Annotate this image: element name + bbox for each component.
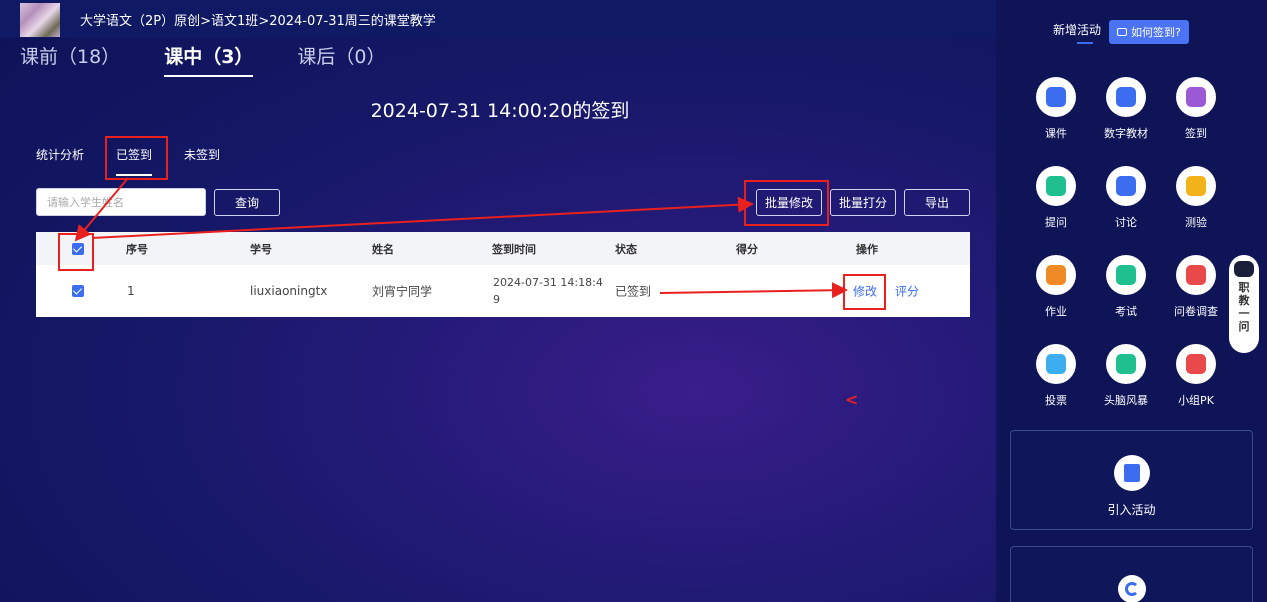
tool-brainstorm[interactable]: 头脑风暴 [1094, 344, 1158, 408]
digital-textbook-icon [1106, 77, 1146, 117]
tool-label: 提问 [1045, 216, 1067, 229]
tool-label: 小组PK [1178, 394, 1214, 407]
student-name-search-input[interactable] [36, 188, 206, 216]
vote-icon [1036, 344, 1076, 384]
breadcrumb-class[interactable]: 语文1班 [211, 14, 258, 29]
tab-in-class[interactable]: 课中（3） [164, 42, 254, 77]
breadcrumb: 大学语文（2P）原创>语文1班>2024-07-31周三的课堂教学 [80, 10, 436, 29]
brainstorm-icon [1106, 344, 1146, 384]
breadcrumb-session: 2024-07-31周三的课堂教学 [269, 13, 436, 29]
import-activity-card[interactable]: 引入活动 [1010, 430, 1253, 530]
tab-after-class[interactable]: 课后（0） [297, 42, 385, 77]
group-pk-icon [1176, 344, 1216, 384]
courseware-icon [1036, 77, 1076, 117]
tool-discussion[interactable]: 讨论 [1094, 166, 1158, 230]
survey-icon [1176, 255, 1216, 295]
tool-digital-textbook[interactable]: 数字教材 [1094, 77, 1158, 141]
export-button[interactable]: 导出 [904, 189, 970, 216]
signin-subtabs: 统计分析 已签到 未签到 [36, 146, 252, 176]
checkin-icon [1176, 77, 1216, 117]
tab-not-signed-in[interactable]: 未签到 [184, 146, 220, 169]
col-name: 姓名 [372, 242, 394, 256]
batch-edit-button[interactable]: 批量修改 [756, 189, 822, 216]
tool-label: 问卷调查 [1174, 305, 1218, 318]
tool-checkin[interactable]: 签到 [1164, 77, 1228, 141]
col-signin-time: 签到时间 [492, 242, 536, 256]
tool-homework[interactable]: 作业 [1024, 255, 1088, 319]
breadcrumb-course[interactable]: 大学语文（2P）原创 [80, 14, 200, 29]
tool-courseware[interactable]: 课件 [1024, 77, 1088, 141]
import-icon [1113, 455, 1150, 491]
tool-label: 数字教材 [1104, 127, 1148, 140]
row-index: 1 [127, 284, 135, 298]
signin-table: 序号 学号 姓名 签到时间 状态 得分 操作 1 liuxiaoningtx 刘… [36, 232, 970, 317]
refresh-icon [1117, 575, 1146, 602]
tab-before-class[interactable]: 课前（18） [20, 42, 120, 77]
select-all-checkbox[interactable] [72, 242, 84, 255]
tool-label: 头脑风暴 [1104, 394, 1148, 407]
tool-label: 课件 [1045, 127, 1067, 140]
tool-question[interactable]: 提问 [1024, 166, 1088, 230]
tool-survey[interactable]: 问卷调查 [1164, 255, 1228, 319]
tool-group-pk[interactable]: 小组PK [1164, 344, 1228, 408]
rate-link[interactable]: 评分 [895, 283, 919, 300]
edit-link[interactable]: 修改 [853, 283, 877, 300]
homework-icon [1036, 255, 1076, 295]
tab-statistics[interactable]: 统计分析 [36, 146, 84, 169]
tool-vote[interactable]: 投票 [1024, 344, 1088, 408]
add-activity-title: 新增活动 [1053, 21, 1101, 44]
col-actions: 操作 [856, 242, 878, 256]
batch-score-button[interactable]: 批量打分 [830, 189, 896, 216]
course-thumbnail [20, 3, 60, 37]
page-title: 2024-07-31 14:00:20的签到 [370, 100, 630, 122]
row-checkbox[interactable] [72, 285, 84, 297]
quiz-icon [1176, 166, 1216, 206]
tool-exam[interactable]: 考试 [1094, 255, 1158, 319]
col-status: 状态 [615, 242, 637, 256]
breadcrumb-separator: > [200, 13, 212, 29]
row-signin-time: 2024-07-31 14:18:4 9 [493, 276, 603, 306]
tool-label: 考试 [1115, 305, 1137, 318]
row-student-id: liuxiaoningtx [250, 284, 328, 298]
tool-label: 签到 [1185, 127, 1207, 140]
phase-tabs: 课前（18） 课中（3） 课后（0） [20, 42, 430, 77]
question-icon [1036, 166, 1076, 206]
query-button[interactable]: 查询 [214, 189, 280, 216]
video-icon [1117, 28, 1128, 36]
tool-label: 讨论 [1115, 216, 1137, 229]
table-header: 序号 学号 姓名 签到时间 状态 得分 操作 [36, 232, 970, 265]
robot-icon [1234, 261, 1254, 277]
main-area: 大学语文（2P）原创>语文1班>2024-07-31周三的课堂教学 课前（18）… [0, 0, 996, 602]
tab-signed-in[interactable]: 已签到 [116, 146, 153, 176]
tool-label: 投票 [1045, 394, 1067, 407]
tool-label: 测验 [1185, 216, 1207, 229]
top-bar: 大学语文（2P）原创>语文1班>2024-07-31周三的课堂教学 [0, 0, 996, 38]
col-student-id: 学号 [250, 242, 272, 256]
stray-glyph: < [845, 390, 859, 409]
import-activity-label: 引入活动 [1107, 503, 1156, 517]
ai-assistant-widget[interactable]: 职 教 一 问 [1229, 255, 1259, 353]
row-status: 已签到 [615, 284, 652, 299]
activity-panel: 新增活动 如何签到? 课件 数字教材 签到提问 讨论 测验作业 考试 问卷调查投票 头脑风暴 小… [996, 0, 1267, 602]
tool-quiz[interactable]: 测验 [1164, 166, 1228, 230]
activity-panel-header: 新增活动 如何签到? [1053, 20, 1189, 44]
col-index: 序号 [126, 242, 148, 256]
refresh-card[interactable] [1010, 546, 1253, 602]
how-to-signin-button[interactable]: 如何签到? [1109, 20, 1189, 44]
exam-icon [1106, 255, 1146, 295]
breadcrumb-separator: > [258, 13, 270, 29]
tool-label: 作业 [1045, 305, 1067, 318]
discussion-icon [1106, 166, 1146, 206]
col-score: 得分 [736, 242, 758, 256]
table-row: 1 liuxiaoningtx 刘宵宁同学 2024-07-31 14:18:4… [36, 265, 970, 317]
row-name: 刘宵宁同学 [372, 284, 433, 299]
